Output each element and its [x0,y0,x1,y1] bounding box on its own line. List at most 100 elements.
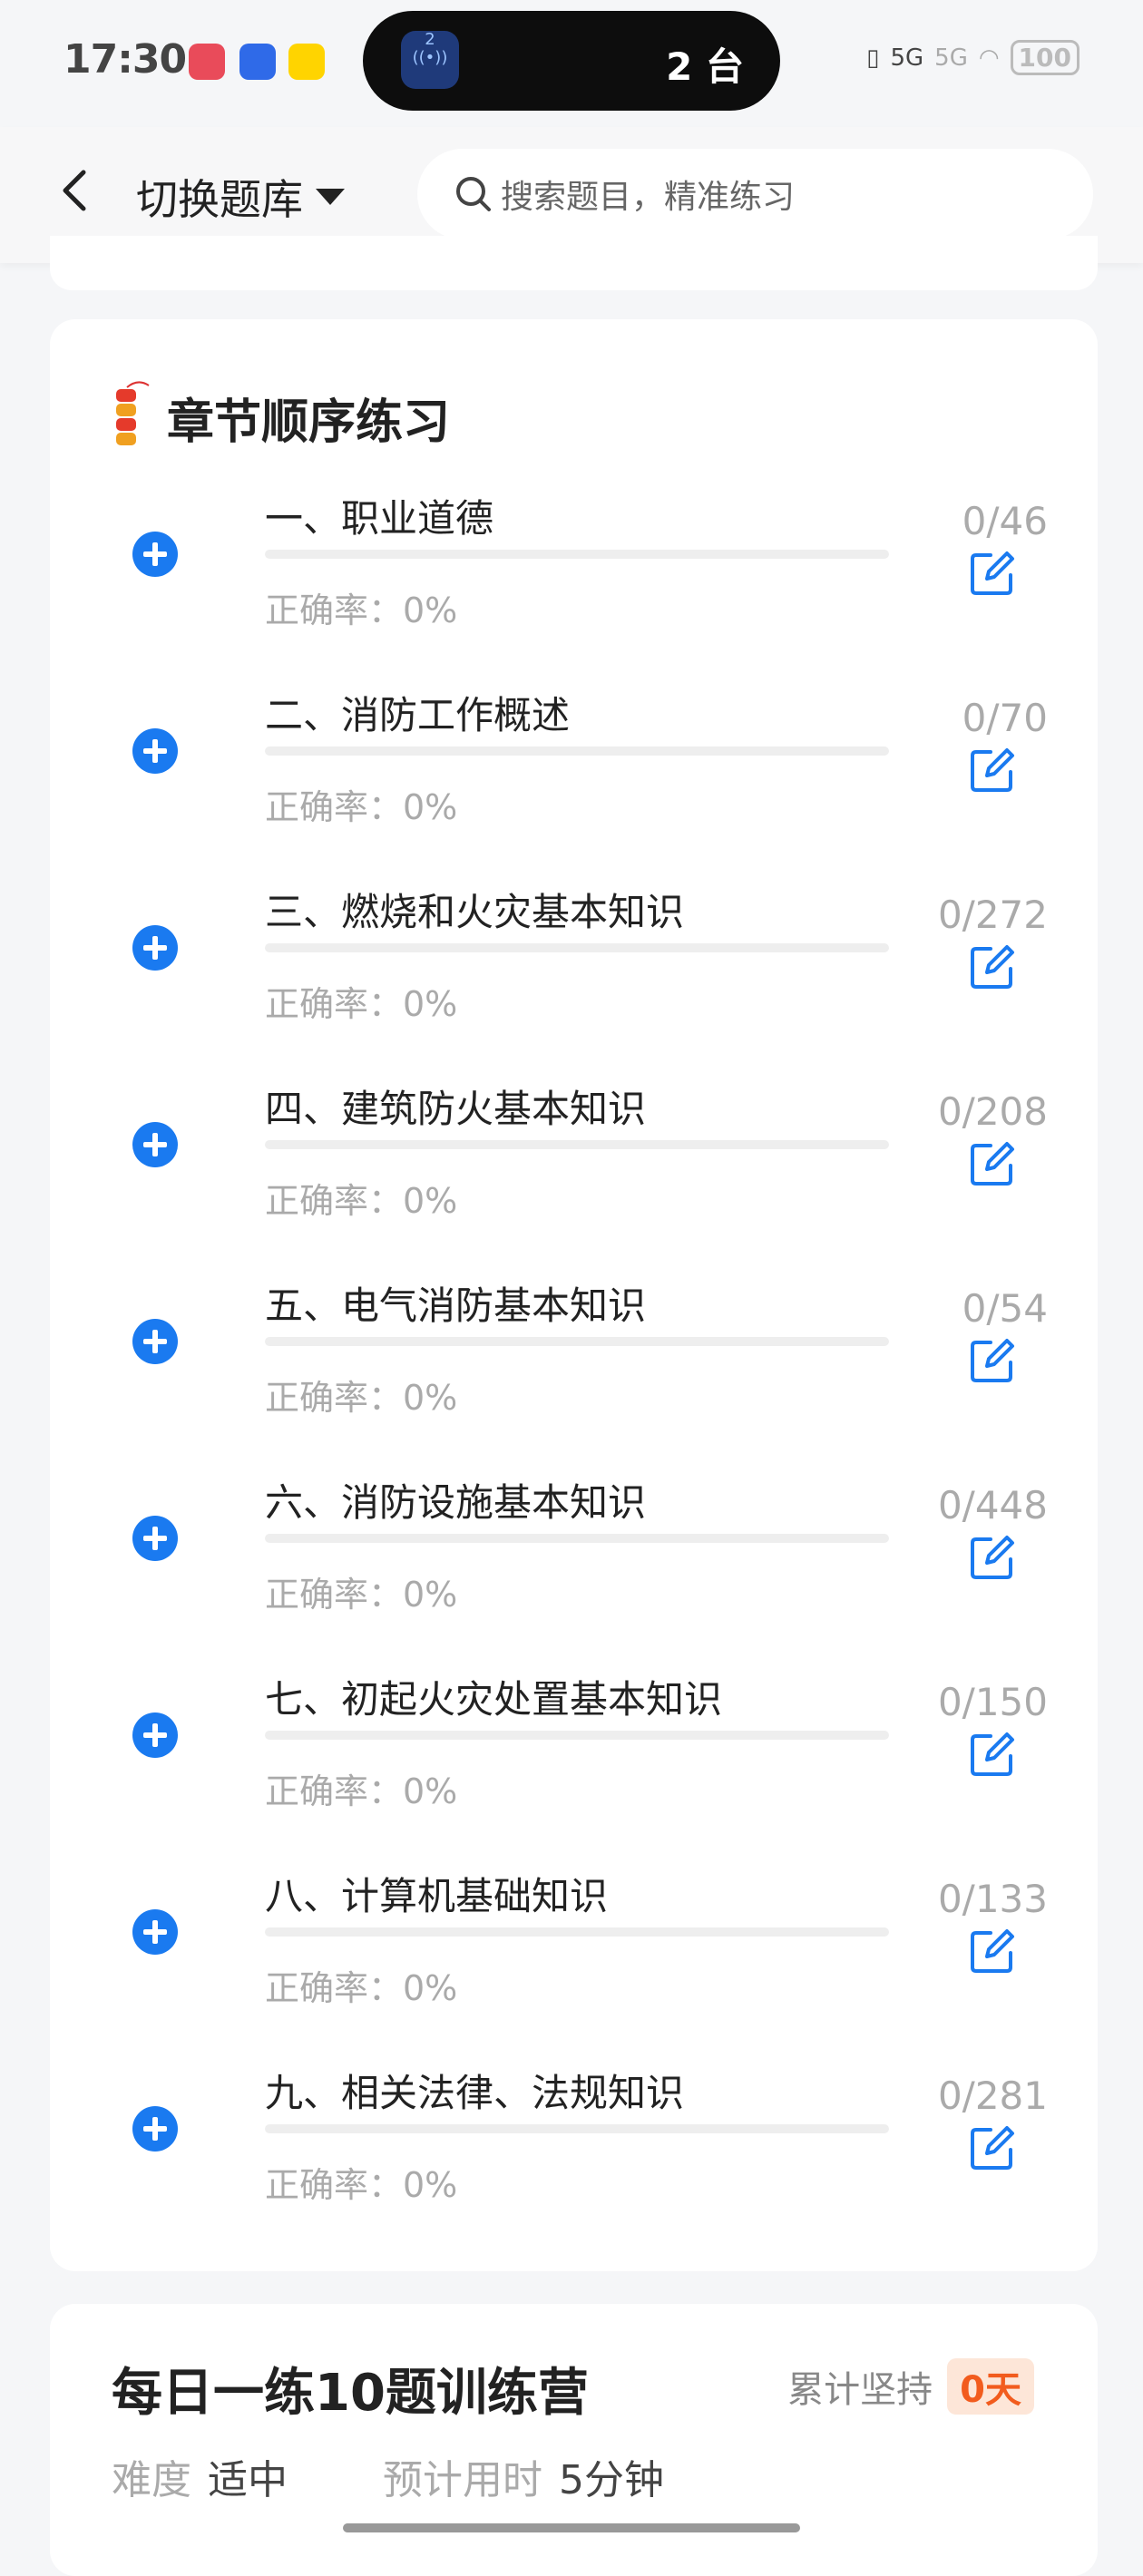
back-arrow-icon[interactable] [51,163,105,218]
expand-plus-icon[interactable] [132,1516,178,1561]
edit-icon[interactable] [967,1138,1018,1189]
chapter-count: 0/70 [962,696,1048,740]
section-title: 章节顺序练习 [102,376,450,458]
chapter-accuracy: 正确率：0% [265,787,458,827]
app-notification-icon [239,44,276,80]
status-time: 17:30 [64,36,187,83]
chapter-count: 0/448 [937,1483,1048,1527]
progress-bar [265,1140,889,1149]
search-placeholder: 搜索题目，精准练习 [501,179,796,216]
progress-bar [265,746,889,756]
edit-icon[interactable] [967,2122,1018,2173]
daily-camp-card[interactable] [50,2304,1098,2576]
vibrate-icon: ▯ [866,44,880,72]
section-title-text: 章节顺序练习 [167,395,451,450]
expand-plus-icon[interactable] [132,1712,178,1758]
edit-icon[interactable] [967,548,1018,599]
chapter-count: 0/272 [937,893,1048,937]
chapter-count: 0/281 [937,2073,1048,2118]
chapter-row[interactable]: 三、燃烧和火灾基本知识 正确率：0% 0/272 [0,882,1143,1078]
expand-plus-icon[interactable] [132,532,178,577]
persist-label: 累计坚持 [787,2369,933,2411]
edit-icon[interactable] [967,745,1018,795]
chapter-name: 六、消防设施基本知识 [265,1480,647,1525]
expand-plus-icon[interactable] [132,1319,178,1364]
edit-icon[interactable] [967,1729,1018,1780]
progress-bar [265,1731,889,1740]
edit-icon[interactable] [967,1335,1018,1386]
firecracker-icon [116,381,150,445]
chapter-accuracy: 正确率：0% [265,2165,458,2205]
chapter-accuracy: 正确率：0% [265,1968,458,2008]
caret-down-icon [316,189,345,205]
wifi-icon: ◠ [978,44,1000,72]
chapter-name: 一、职业道德 [265,496,494,541]
progress-bar [265,1927,889,1937]
chapter-count: 0/46 [962,499,1048,543]
broadcast-icon: 2 ((•)) [401,31,459,89]
chapter-row[interactable]: 一、职业道德 正确率：0% 0/46 [0,488,1143,685]
chapter-count: 0/208 [937,1089,1048,1134]
chapter-accuracy: 正确率：0% [265,1771,458,1811]
search-input[interactable]: 搜索题目，精准练习 [417,149,1093,239]
chapter-name: 八、计算机基础知识 [265,1874,609,1918]
time-value: 5分钟 [559,2457,664,2503]
chapter-accuracy: 正确率：0% [265,1575,458,1615]
progress-bar [265,943,889,952]
status-bar: 17:30 2 ((•)) 2 台 ▯ 5G 5G ◠ 100 [0,0,1143,127]
dynamic-island[interactable]: 2 ((•)) 2 台 [363,11,780,111]
time-label: 预计用时 [383,2457,542,2503]
chapter-name: 二、消防工作概述 [265,693,571,737]
app-notification-icon [288,44,325,80]
previous-card-edge [50,236,1098,290]
persist-streak: 累计坚持 0天 [787,2358,1034,2415]
expand-plus-icon[interactable] [132,1122,178,1167]
chapter-row[interactable]: 二、消防工作概述 正确率：0% 0/70 [0,685,1143,882]
edit-icon[interactable] [967,942,1018,992]
battery-icon: 100 [1010,40,1080,75]
expand-plus-icon[interactable] [132,728,178,774]
chapter-name: 三、燃烧和火灾基本知识 [265,890,685,934]
signal-icon-2: 5G [934,44,968,72]
time-info: 预计用时 5分钟 [383,2447,664,2505]
chapter-row[interactable]: 七、初起火灾处置基本知识 正确率：0% 0/150 [0,1669,1143,1866]
switch-bank-label: 切换题库 [136,175,303,224]
chapter-count: 0/150 [937,1680,1048,1724]
chapter-accuracy: 正确率：0% [265,984,458,1024]
chapter-row[interactable]: 五、电气消防基本知识 正确率：0% 0/54 [0,1275,1143,1472]
chapter-name: 四、建筑防火基本知识 [265,1087,647,1131]
expand-plus-icon[interactable] [132,2106,178,2152]
chapter-accuracy: 正确率：0% [265,1378,458,1418]
search-icon [456,177,491,211]
chapter-name: 七、初起火灾处置基本知识 [265,1677,723,1722]
progress-bar [265,1534,889,1543]
home-indicator[interactable] [343,2523,800,2532]
chapter-row[interactable]: 九、相关法律、法规知识 正确率：0% 0/281 [0,2063,1143,2259]
edit-icon[interactable] [967,1926,1018,1976]
chapter-name: 九、相关法律、法规知识 [265,2071,685,2115]
signal-icon: 5G [890,44,924,72]
expand-plus-icon[interactable] [132,1909,178,1955]
progress-bar [265,550,889,559]
chapter-accuracy: 正确率：0% [265,590,458,630]
persist-badge: 0天 [947,2358,1034,2415]
chapter-row[interactable]: 六、消防设施基本知识 正确率：0% 0/448 [0,1472,1143,1669]
chapter-accuracy: 正确率：0% [265,1181,458,1221]
progress-bar [265,1337,889,1346]
chapter-row[interactable]: 八、计算机基础知识 正确率：0% 0/133 [0,1866,1143,2063]
island-text: 2 台 [666,44,744,89]
progress-bar [265,2124,889,2133]
switch-bank-dropdown[interactable]: 切换题库 [136,167,345,227]
camp-title: 每日一练10题训练营 [112,2364,589,2423]
chapter-name: 五、电气消防基本知识 [265,1283,647,1328]
difficulty-value: 适中 [208,2457,288,2503]
expand-plus-icon[interactable] [132,925,178,971]
system-icons: ▯ 5G 5G ◠ 100 [866,40,1080,75]
app-notification-icon [189,44,225,80]
difficulty-info: 难度 适中 [112,2447,288,2505]
chapter-count: 0/54 [962,1286,1048,1331]
edit-icon[interactable] [967,1532,1018,1583]
chapter-count: 0/133 [937,1877,1048,1921]
chapter-row[interactable]: 四、建筑防火基本知识 正确率：0% 0/208 [0,1078,1143,1275]
difficulty-label: 难度 [112,2457,191,2503]
